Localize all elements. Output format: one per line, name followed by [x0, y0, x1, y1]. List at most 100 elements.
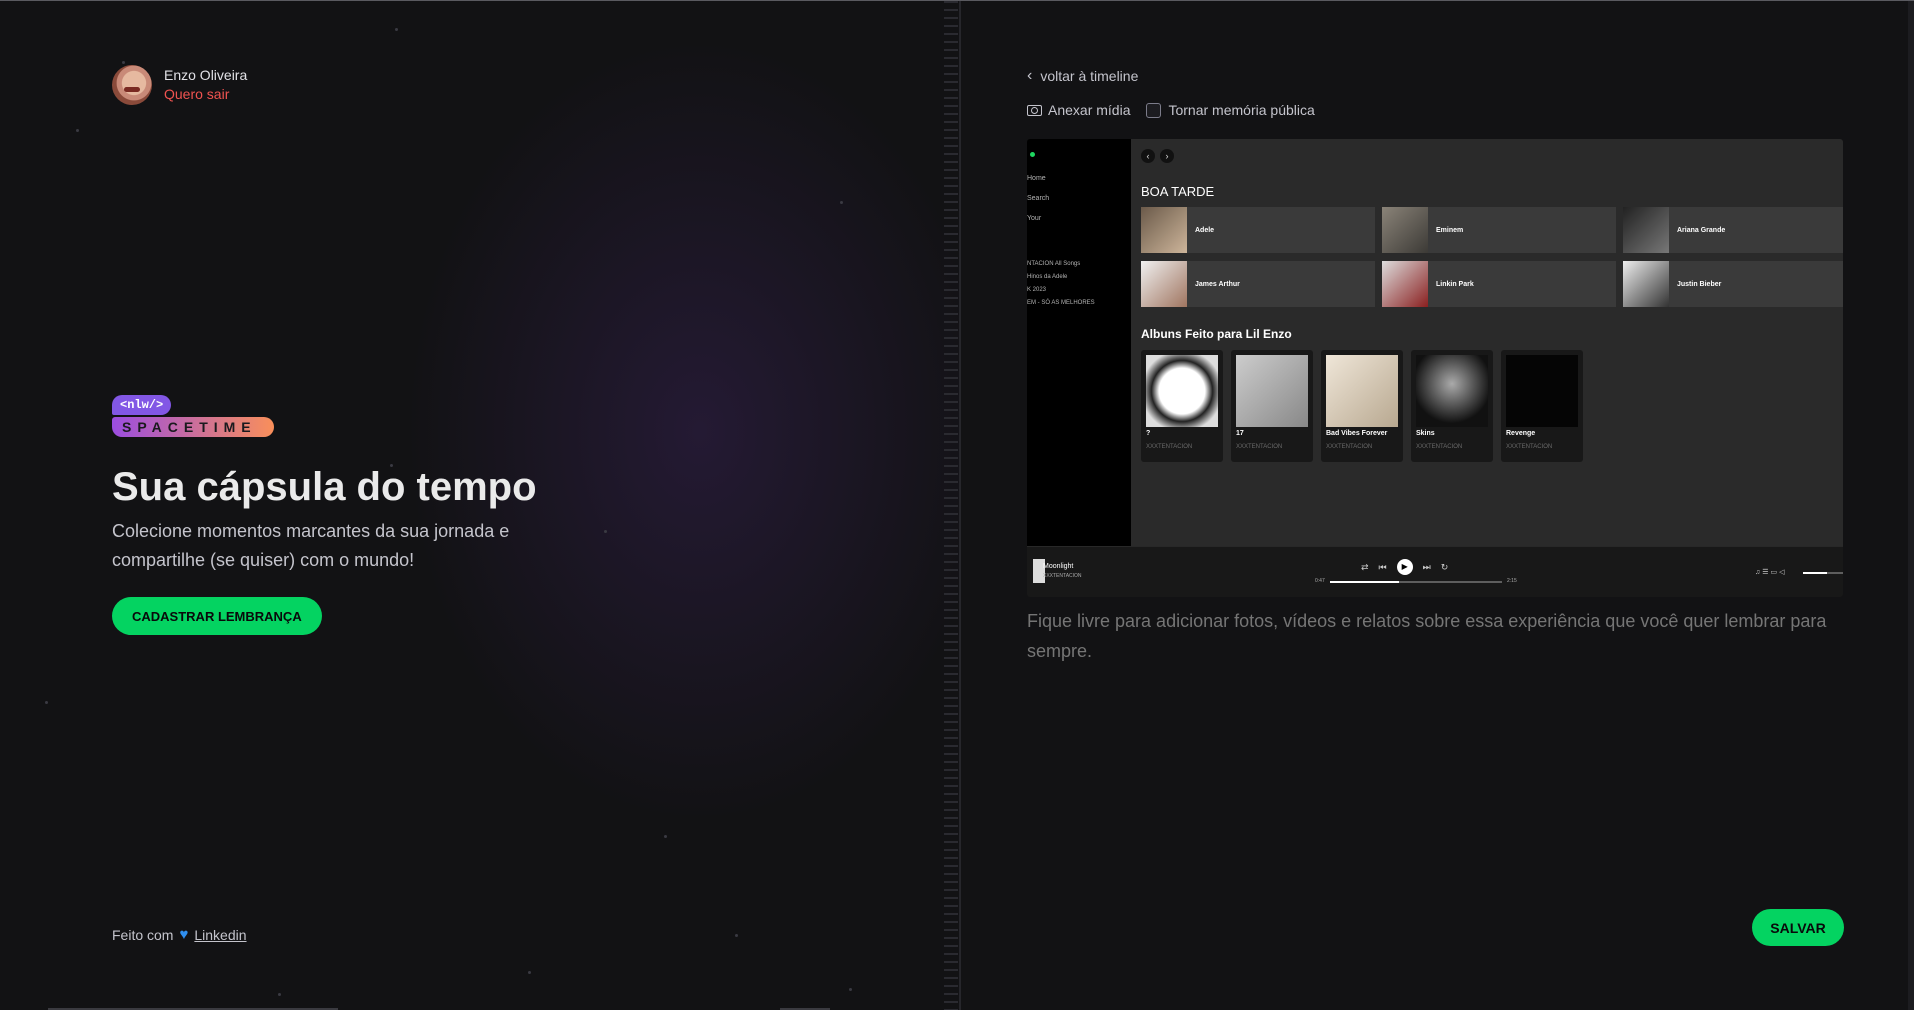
- album-title: 17: [1236, 430, 1244, 437]
- album-artist: XXXTENTACION: [1236, 444, 1283, 450]
- artist-card: Justin Bieber: [1623, 261, 1843, 307]
- duration-time: 2:15: [1507, 578, 1517, 584]
- next-icon: ⏭: [1422, 561, 1431, 572]
- page-title: Sua cápsula do tempo: [112, 465, 537, 509]
- shuffle-icon: ⇄: [1361, 561, 1369, 572]
- back-label: voltar à timeline: [1040, 68, 1139, 84]
- artist-card: Eminem: [1382, 207, 1616, 253]
- device-icons: ♫☰▭◁: [1755, 569, 1787, 576]
- artist-thumb: [1623, 261, 1669, 307]
- artist-thumb: [1623, 207, 1669, 253]
- play-icon: ▶: [1396, 559, 1413, 575]
- public-checkbox[interactable]: [1146, 102, 1162, 118]
- artist-thumb: [1382, 207, 1428, 253]
- album-title: ?: [1146, 430, 1151, 437]
- artist-card: Ariana Grande: [1623, 207, 1843, 253]
- now-playing-artist: XXXTENTACION: [1043, 573, 1082, 579]
- volume-fill: [1803, 572, 1827, 574]
- album-title: Skins: [1416, 430, 1435, 437]
- artist-name: Justin Bieber: [1677, 280, 1722, 288]
- artist-thumb: [1382, 261, 1428, 307]
- artist-name: Adele: [1195, 226, 1215, 234]
- album-cover: [1236, 355, 1308, 427]
- preview-sidebar-item: Home: [1027, 175, 1046, 182]
- user-profile[interactable]: Enzo Oliveira Quero sair: [112, 65, 247, 105]
- logout-link[interactable]: Quero sair: [164, 85, 247, 104]
- avatar[interactable]: [112, 65, 152, 105]
- preview-sidebar-item: EM - SÓ AS MELHORES: [1027, 300, 1095, 306]
- media-preview: Home Search Your NTACION All Songs Hinos…: [1027, 139, 1843, 597]
- spacetime-logo: <nlw/> SPACETIME: [112, 395, 274, 437]
- memory-options: Anexar mídia Tornar memória pública: [1027, 102, 1315, 118]
- artist-thumb: [1141, 207, 1187, 253]
- album-card: Bad Vibes Forever XXXTENTACION: [1321, 350, 1403, 462]
- artist-thumb: [1141, 261, 1187, 307]
- volume-bar: [1803, 572, 1843, 574]
- memory-description-input[interactable]: [1027, 606, 1847, 696]
- nlw-badge: <nlw/>: [112, 395, 172, 415]
- chevron-left-icon: ‹: [1141, 149, 1155, 163]
- register-memory-button[interactable]: CADASTRAR LEMBRANÇA: [112, 597, 322, 635]
- album-artist: XXXTENTACION: [1416, 444, 1463, 450]
- linkedin-link[interactable]: Linkedin: [194, 927, 246, 943]
- albums-heading: Albuns Feito para Lil Enzo: [1141, 327, 1292, 341]
- attach-media-button[interactable]: Anexar mídia: [1027, 102, 1130, 118]
- album-cover: [1506, 355, 1578, 427]
- decorative-stripes: [944, 1, 958, 1010]
- heart-icon: ♥: [179, 926, 189, 943]
- player-controls: ⇄ ⏮ ▶ ⏭ ↻: [1361, 559, 1448, 575]
- album-artist: XXXTENTACION: [1146, 444, 1193, 450]
- artist-card: Linkin Park: [1382, 261, 1616, 307]
- artist-card: James Arthur: [1141, 261, 1375, 307]
- repeat-icon: ↻: [1440, 561, 1449, 572]
- preview-sidebar: Home Search Your NTACION All Songs Hinos…: [1027, 139, 1131, 546]
- album-card: Revenge XXXTENTACION: [1501, 350, 1583, 462]
- left-panel: Enzo Oliveira Quero sair <nlw/> SPACETIM…: [0, 1, 960, 1010]
- app-page: Enzo Oliveira Quero sair <nlw/> SPACETIM…: [0, 0, 1914, 1010]
- preview-main: ‹ › BOA TARDE Adele Eminem Ariana Grande…: [1131, 139, 1843, 546]
- public-label: Tornar memória pública: [1168, 102, 1315, 118]
- album-cover: [1326, 355, 1398, 427]
- preview-sidebar-item: NTACION All Songs: [1027, 261, 1081, 267]
- album-card: Skins XXXTENTACION: [1411, 350, 1493, 462]
- preview-player: Moonlight XXXTENTACION ⇄ ⏮ ▶ ⏭ ↻ 0:47 2:…: [1027, 546, 1843, 597]
- elapsed-time: 0:47: [1315, 578, 1325, 584]
- progress-bar: [1330, 581, 1502, 583]
- album-cover: [1416, 355, 1488, 427]
- preview-sidebar-item: K 2023: [1027, 287, 1047, 293]
- album-artist: XXXTENTACION: [1326, 444, 1373, 450]
- progress-fill: [1330, 581, 1399, 583]
- album-title: Bad Vibes Forever: [1326, 430, 1388, 437]
- back-to-timeline-link[interactable]: ‹ voltar à timeline: [1027, 67, 1138, 85]
- album-title: Revenge: [1506, 430, 1536, 437]
- album-card: 17 XXXTENTACION: [1231, 350, 1313, 462]
- preview-sidebar-item: Your: [1027, 215, 1042, 222]
- vertical-scrollbar[interactable]: [1908, 1, 1914, 1010]
- dot-icon: [1030, 152, 1035, 157]
- user-name: Enzo Oliveira: [164, 67, 248, 83]
- preview-greeting: BOA TARDE: [1141, 184, 1215, 199]
- footer: Feito com ♥ Linkedin: [112, 926, 247, 943]
- previous-icon: ⏮: [1378, 561, 1387, 572]
- hero: Sua cápsula do tempo Colecione momentos …: [112, 463, 632, 575]
- album-card: ? XXXTENTACION: [1141, 350, 1223, 462]
- spacetime-wordmark: SPACETIME: [112, 417, 274, 437]
- artist-name: James Arthur: [1195, 280, 1240, 288]
- public-toggle[interactable]: Tornar memória pública: [1146, 102, 1315, 118]
- user-info: Enzo Oliveira Quero sair: [164, 66, 247, 104]
- album-cover: [1146, 355, 1218, 427]
- footer-text: Feito com: [112, 926, 174, 943]
- preview-sidebar-item: Hinos da Adele: [1027, 274, 1068, 280]
- camera-icon: [1027, 104, 1042, 116]
- chevron-right-icon: ›: [1160, 149, 1174, 163]
- save-button[interactable]: SALVAR: [1752, 909, 1844, 946]
- artist-name: Eminem: [1436, 226, 1464, 234]
- artist-card: Adele: [1141, 207, 1375, 253]
- preview-sidebar-item: Search: [1027, 195, 1050, 202]
- chevron-left-icon: ‹: [1027, 67, 1033, 84]
- attach-media-label: Anexar mídia: [1048, 102, 1131, 118]
- now-playing-song: Moonlight: [1043, 563, 1074, 570]
- album-artist: XXXTENTACION: [1506, 444, 1553, 450]
- hero-subtitle: Colecione momentos marcantes da sua jorn…: [112, 521, 510, 570]
- artist-name: Linkin Park: [1436, 280, 1474, 288]
